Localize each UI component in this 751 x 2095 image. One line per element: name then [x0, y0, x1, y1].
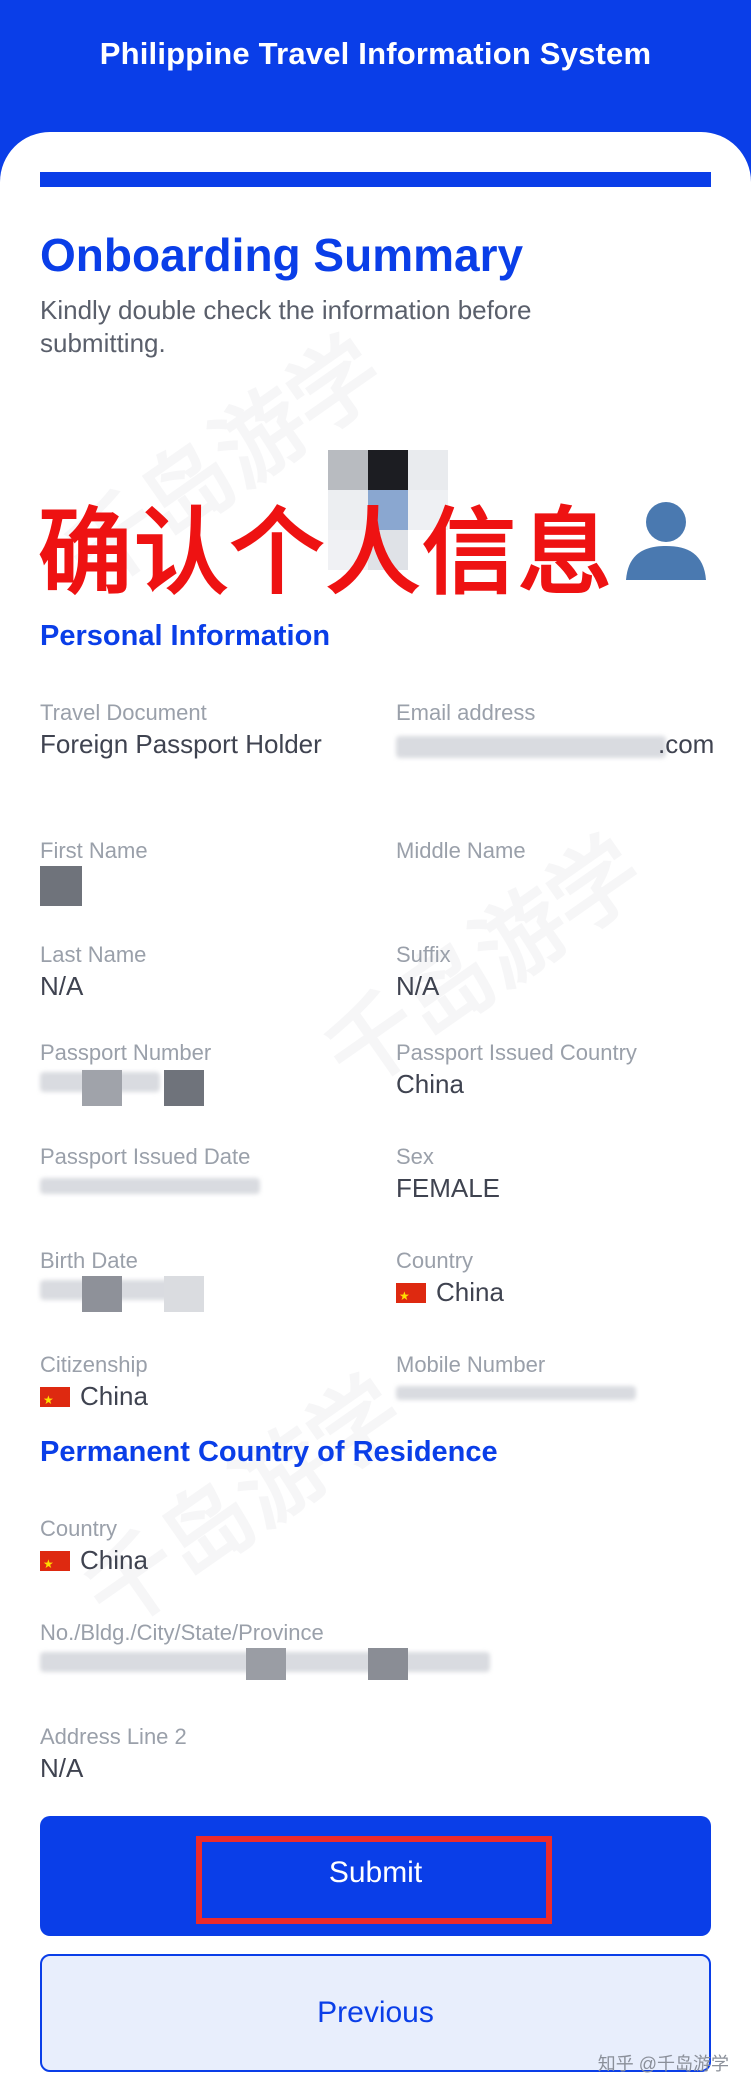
person-icon [626, 502, 706, 580]
submit-label: Submit [328, 1856, 423, 1889]
middle-name-label: Middle Name [396, 838, 526, 863]
email-value-suffix: .com [658, 729, 715, 759]
redacted-address [368, 1648, 408, 1680]
page-title: Onboarding Summary [40, 229, 524, 281]
email-label: Email address [396, 700, 536, 725]
section-title-personal: Personal Information [40, 620, 331, 652]
redacted-mobile [396, 1386, 636, 1400]
first-name-label: First Name [40, 838, 148, 863]
citizenship-value-row: China [40, 1380, 148, 1416]
last-name-value: N/A [40, 971, 84, 1001]
annotation-caption: 确认个人信息 [38, 499, 615, 608]
page-subtitle: Kindly double check the information befo… [40, 295, 532, 358]
travel-document-label: Travel Document [40, 700, 207, 725]
residence-country-value-row: China [40, 1544, 148, 1580]
china-flag-icon [40, 1384, 70, 1416]
previous-label: Previous [317, 1996, 434, 2029]
address2-value: N/A [40, 1753, 84, 1783]
birth-date-label: Birth Date [40, 1248, 138, 1273]
redacted-address [246, 1648, 286, 1680]
accent-bar [40, 172, 711, 187]
country-value-row: China [396, 1276, 504, 1312]
redacted-passport-number [164, 1070, 204, 1106]
passport-country-label: Passport Issued Country [396, 1040, 637, 1065]
china-flag-icon [396, 1280, 426, 1312]
residence-country-label: Country [40, 1516, 118, 1541]
watermark-text: 知乎 @千岛游学 [597, 2054, 729, 2074]
china-flag-icon [40, 1548, 70, 1580]
redacted-birth-date [82, 1276, 122, 1312]
sex-value: FEMALE [396, 1173, 501, 1203]
last-name-label: Last Name [40, 942, 147, 967]
country-value: China [436, 1277, 504, 1307]
country-label: Country [396, 1248, 474, 1273]
suffix-value: N/A [396, 971, 440, 1001]
address2-label: Address Line 2 [40, 1724, 187, 1749]
passport-country-value: China [396, 1069, 464, 1099]
section-title-residence: Permanent Country of Residence [40, 1436, 498, 1468]
residence-country-value: China [80, 1545, 148, 1575]
redacted-first-name [40, 866, 82, 906]
mobile-label: Mobile Number [396, 1352, 546, 1377]
sex-label: Sex [396, 1144, 434, 1169]
redacted-passport-date [40, 1178, 260, 1194]
address-label: No./Bldg./City/State/Province [40, 1620, 324, 1645]
redacted-birth-date [164, 1276, 204, 1312]
citizenship-value: China [80, 1381, 148, 1411]
app-header: Philippine Travel Information System [0, 0, 751, 150]
summary-card: 千岛游学 千岛游学 千岛游学 Onboarding Summary Kindly… [0, 132, 751, 2095]
citizenship-label: Citizenship [40, 1352, 148, 1377]
passport-number-label: Passport Number [40, 1040, 212, 1065]
redacted-passport-number [82, 1070, 122, 1106]
travel-document-value: Foreign Passport Holder [40, 729, 322, 759]
redacted-email [396, 736, 666, 758]
submit-button[interactable]: Submit [40, 1816, 711, 1936]
suffix-label: Suffix [396, 942, 451, 967]
app-title: Philippine Travel Information System [99, 36, 652, 71]
passport-date-label: Passport Issued Date [40, 1144, 251, 1169]
